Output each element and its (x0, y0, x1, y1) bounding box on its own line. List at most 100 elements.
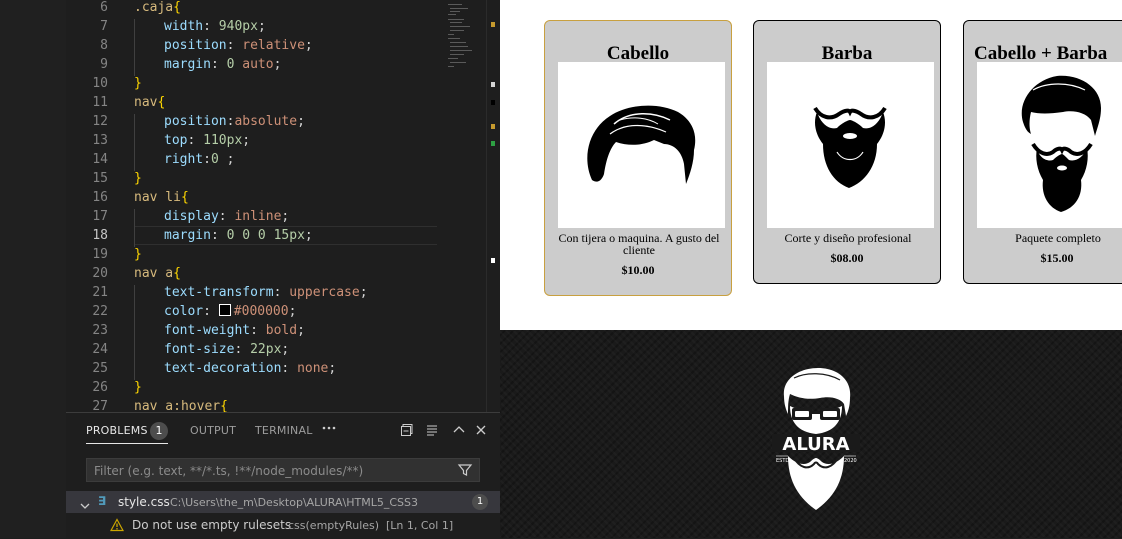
code-token: bold (265, 323, 298, 338)
code-token: ; (304, 38, 313, 53)
code-token: { (180, 190, 189, 205)
code-line[interactable]: nav a{ (134, 264, 181, 283)
code-token: #000000 (233, 304, 289, 319)
filter-funnel-icon[interactable] (457, 462, 473, 482)
problem-location: [Ln 1, Col 1] (386, 519, 454, 532)
code-token: position (164, 38, 227, 53)
code-line[interactable]: text-decoration: none; (164, 359, 336, 378)
line-number: 9 (100, 57, 108, 72)
code-line[interactable]: } (134, 378, 142, 397)
product-card-cabello-barba[interactable]: Cabello + Barba Paquete completo $15.00 (963, 20, 1122, 284)
code-token: : (234, 342, 251, 357)
tab-terminal[interactable]: TERMINAL (255, 424, 313, 437)
code-token: ; (359, 285, 368, 300)
ellipsis-icon[interactable] (322, 421, 336, 439)
problems-count-badge: 1 (150, 422, 168, 440)
maximize-panel-icon[interactable] (452, 423, 466, 441)
line-number: 24 (92, 342, 108, 357)
code-token: absolute (234, 114, 298, 129)
card-price: $08.00 (830, 251, 864, 265)
code-line[interactable]: nav a:hover{ (134, 397, 228, 412)
indent-guide (134, 114, 135, 171)
filter-lines-icon[interactable] (425, 423, 439, 441)
code-line[interactable]: text-transform: uppercase; (164, 283, 368, 302)
code-token: inline (234, 209, 282, 224)
color-swatch-icon[interactable] (218, 304, 231, 316)
product-card-barba[interactable]: Barba Corte y diseño profesional $08.00 (753, 20, 941, 284)
code-token: : (218, 209, 235, 224)
vertical-scrollbar[interactable] (486, 0, 500, 412)
code-token: ; (257, 19, 266, 34)
code-line[interactable]: font-size: 22px; (164, 340, 289, 359)
line-number: 26 (92, 380, 108, 395)
code-token: ; (304, 228, 313, 243)
code-token: ; (281, 209, 290, 224)
tab-problems[interactable]: PROBLEMS (86, 424, 148, 437)
code-editor[interactable]: 6 7 8 9 10 11 12 13 14 15 16 17 18 19 20 21 22 23 24 25 26 27… (66, 0, 500, 412)
minimap[interactable] (446, 0, 486, 412)
code-token: : (226, 38, 243, 53)
card-description: Paquete completo (1015, 231, 1101, 245)
code-line[interactable]: top: 110px; (164, 131, 250, 150)
code-line[interactable]: } (134, 169, 142, 188)
code-token: ; (297, 114, 305, 129)
code-line[interactable]: position:absolute; (164, 112, 305, 131)
code-token: margin (164, 228, 211, 243)
code-line[interactable]: font-weight: bold; (164, 321, 305, 340)
code-line[interactable]: margin: 0 0 0 15px; (164, 226, 313, 245)
code-line[interactable]: .caja{ (134, 0, 181, 17)
code-token: } (134, 76, 142, 91)
code-token: : (210, 228, 227, 243)
css-file-icon: ∃ (98, 494, 107, 508)
problem-source: css(emptyRules) (288, 519, 380, 532)
product-card-cabello[interactable]: Cabello Con tijera o maquina. A gusto de… (544, 20, 732, 296)
code-token: 0 0 0 15px (226, 228, 305, 243)
code-line[interactable]: width: 940px; (164, 17, 266, 36)
card-description: Corte y diseño profesional (784, 231, 912, 245)
code-line[interactable]: margin: 0 auto; (164, 55, 281, 74)
code-line[interactable]: display: inline; (164, 207, 289, 226)
beard-icon (767, 62, 934, 228)
close-panel-icon[interactable] (474, 423, 488, 441)
code-line[interactable]: position: relative; (164, 36, 313, 55)
code-token: auto (242, 57, 274, 72)
code-token: : (203, 152, 211, 167)
code-line[interactable]: nav li{ (134, 188, 189, 207)
chevron-down-icon[interactable] (80, 496, 90, 515)
problem-file-row[interactable]: ∃ style.css C:\Users\the_m\Desktop\ALURA… (66, 491, 500, 513)
line-number: 18 (92, 228, 108, 243)
collapse-all-icon[interactable] (400, 423, 414, 441)
code-token: nav a (134, 266, 174, 281)
code-line[interactable]: color: #000000; (164, 302, 296, 321)
code-token: display (164, 209, 219, 224)
line-number: 11 (92, 95, 108, 110)
code-token: ; (288, 304, 297, 319)
tab-output[interactable]: OUTPUT (190, 424, 236, 437)
code-token: color (164, 304, 204, 319)
line-number: 14 (92, 152, 108, 167)
code-token: } (134, 247, 142, 262)
code-line[interactable]: nav{ (134, 93, 165, 112)
code-token: { (220, 399, 228, 412)
code-token: font-weight (164, 323, 251, 338)
indent-guide (134, 209, 135, 247)
line-number: 27 (92, 399, 108, 412)
card-description: Con tijera o maquina. A gusto del client… (558, 231, 720, 257)
code-token: font-size (164, 342, 235, 357)
line-number: 23 (92, 323, 108, 338)
hair-icon (558, 62, 725, 228)
problem-item[interactable]: Do not use empty rulesets css(emptyRules… (66, 514, 500, 536)
code-line[interactable]: right:0 ; (164, 150, 234, 169)
code-token: : (281, 361, 298, 376)
line-number: 20 (92, 266, 108, 281)
code-line[interactable]: } (134, 245, 142, 264)
code-token: ; (297, 323, 305, 338)
file-path: C:\Users\the_m\Desktop\ALURA\HTML5_CSS3 (170, 496, 418, 509)
line-number: 21 (92, 285, 108, 300)
indent-guide (134, 285, 135, 380)
code-token: text-decoration (164, 361, 282, 376)
alura-barber-logo: ALURA ESTD 2020 (770, 366, 862, 514)
code-token: : (210, 57, 227, 72)
problems-filter-input[interactable]: Filter (e.g. text, **/*.ts, !**/node_mod… (86, 458, 480, 482)
code-line[interactable]: } (134, 74, 142, 93)
